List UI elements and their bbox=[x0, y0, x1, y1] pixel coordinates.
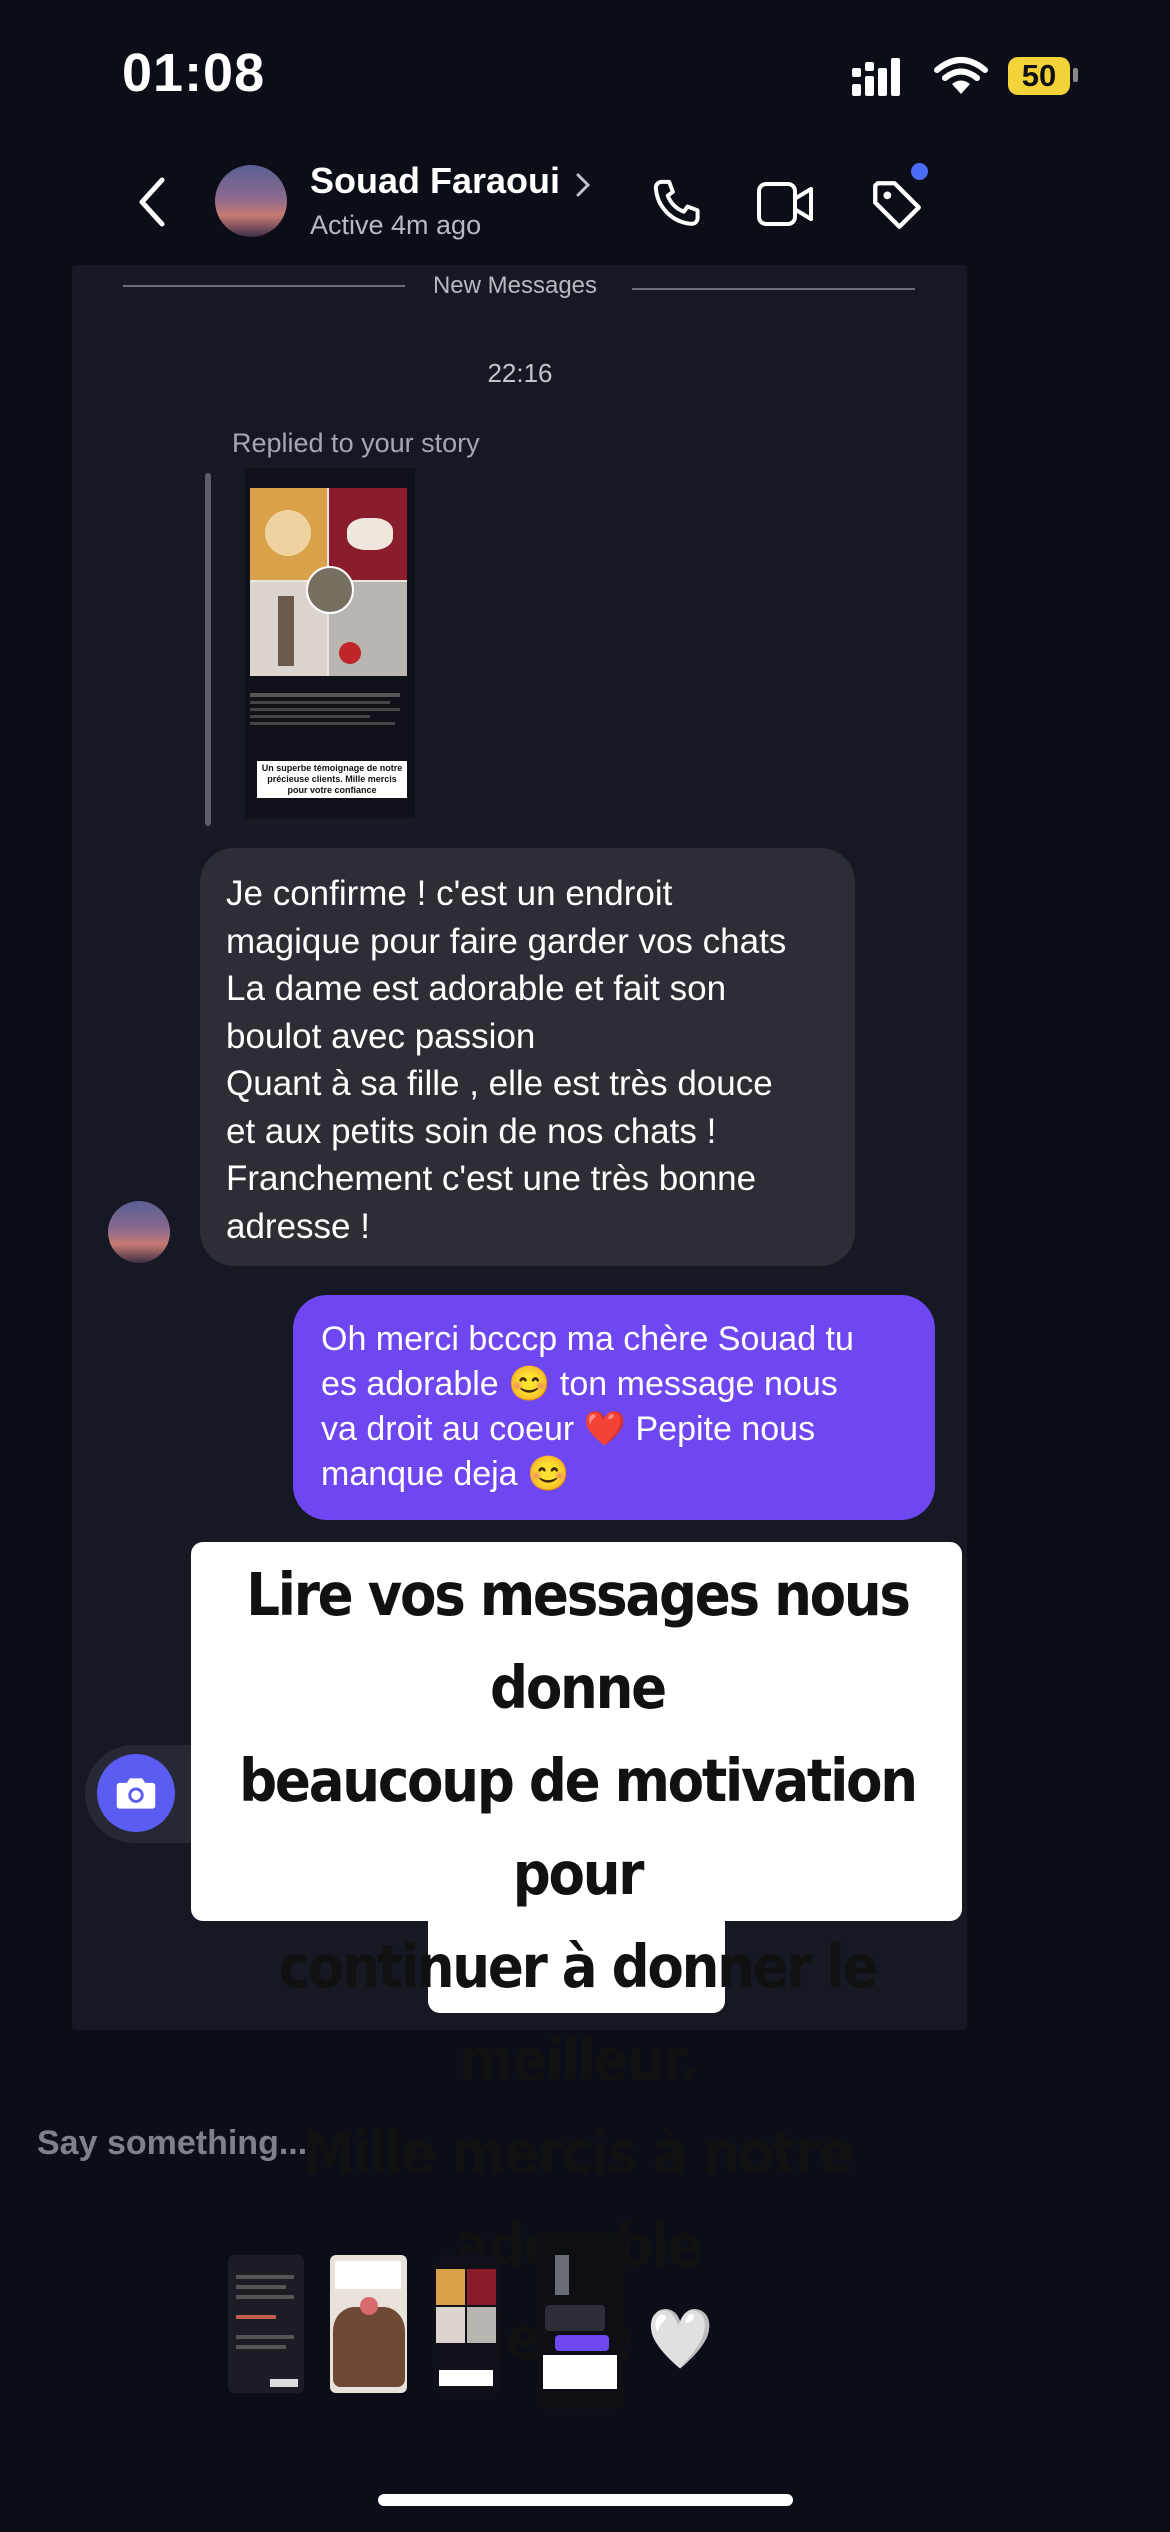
message-line: Je confirme ! c'est un endroit bbox=[226, 874, 673, 913]
composer-input[interactable]: Say something... bbox=[37, 2124, 307, 2163]
message-line: Oh merci bcccp ma chère Souad tu bbox=[321, 1320, 854, 1358]
thumbnail-story-preview[interactable] bbox=[433, 2255, 499, 2393]
camera-button[interactable] bbox=[97, 1754, 175, 1832]
divider-left bbox=[123, 285, 405, 287]
sticker-line: Lire vos messages nous donne bbox=[246, 1560, 911, 1722]
story-preview[interactable]: Un superbe témoignage de notre précieuse… bbox=[245, 468, 415, 818]
status-time: 01:08 bbox=[122, 43, 266, 103]
message-line: boulot avec passion bbox=[226, 1016, 536, 1056]
story-photo-cat-bed bbox=[250, 488, 327, 580]
incoming-message-bubble[interactable]: Je confirme ! c'est un endroit magique p… bbox=[200, 848, 855, 1266]
message-line: et aux petits soin de nos chats ! bbox=[226, 1111, 717, 1151]
battery-cap bbox=[1073, 68, 1078, 82]
message-line: manque deja 😊 bbox=[321, 1455, 570, 1493]
message-line: adresse ! bbox=[226, 1206, 370, 1246]
story-caption: Un superbe témoignage de notre précieuse… bbox=[257, 761, 407, 798]
camera-icon bbox=[116, 1778, 156, 1809]
message-line: Franchement c'est une très bonne bbox=[226, 1159, 757, 1198]
message-line: Quant à sa fille , elle est très douce bbox=[226, 1064, 773, 1103]
message-line: magique pour faire garder vos chats bbox=[226, 921, 787, 961]
battery-indicator: 50 bbox=[1008, 57, 1070, 95]
wifi-icon bbox=[934, 57, 988, 94]
thumbnail-chat-screenshot[interactable] bbox=[228, 2255, 304, 2393]
reply-context-label: Replied to your story bbox=[232, 428, 480, 458]
sticker-line: continuer à donner le meilleur. bbox=[278, 1932, 879, 2094]
divider-right bbox=[632, 288, 915, 290]
home-indicator[interactable] bbox=[378, 2494, 793, 2506]
outgoing-message-bubble[interactable]: Oh merci bcccp ma chère Souad tu es ador… bbox=[293, 1295, 935, 1520]
thumbnail-conversation[interactable] bbox=[535, 2233, 625, 2411]
back-chevron-icon[interactable] bbox=[134, 176, 170, 228]
contact-avatar[interactable] bbox=[215, 165, 287, 237]
chevron-right-icon[interactable] bbox=[573, 170, 593, 200]
sender-avatar[interactable] bbox=[108, 1201, 170, 1263]
thumbnail-cake-photo[interactable] bbox=[330, 2255, 407, 2393]
reply-quote-bar bbox=[205, 473, 211, 826]
message-line: La dame est adorable et fait son bbox=[226, 969, 727, 1008]
video-camera-icon[interactable] bbox=[756, 178, 816, 230]
new-messages-label: New Messages bbox=[432, 272, 598, 299]
message-line: es adorable 😊 ton message nous bbox=[321, 1365, 838, 1403]
cellular-signal-icon bbox=[852, 58, 900, 96]
tag-icon[interactable] bbox=[868, 176, 926, 234]
active-status: Active 4m ago bbox=[310, 210, 482, 240]
contact-name[interactable]: Souad Faraoui bbox=[310, 160, 560, 202]
notification-dot bbox=[911, 163, 928, 180]
sticker-line: beaucoup de motivation pour bbox=[239, 1746, 918, 1908]
story-collage bbox=[250, 488, 407, 676]
message-line: va droit au coeur ❤️ Pepite nous bbox=[321, 1410, 816, 1448]
story-photo-cat-red bbox=[329, 488, 407, 580]
phone-icon[interactable] bbox=[650, 176, 706, 232]
message-timestamp: 22:16 bbox=[487, 358, 553, 388]
